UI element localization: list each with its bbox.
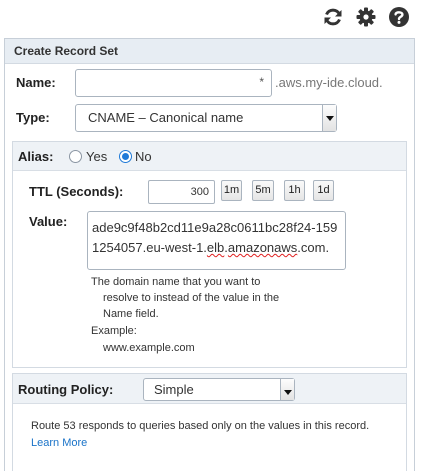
ttl-1d-button[interactable]: 1d bbox=[313, 180, 334, 201]
refresh-icon[interactable] bbox=[322, 6, 344, 28]
alias-no-label: No bbox=[135, 149, 152, 164]
type-label: Type: bbox=[16, 110, 50, 125]
routing-policy-label: Routing Policy: bbox=[18, 382, 114, 397]
help-icon[interactable] bbox=[388, 6, 410, 28]
routing-policy-section: Routing Policy: Simple Route 53 responds… bbox=[12, 373, 407, 471]
value-help-line2: resolve to instead of the value in the bbox=[103, 292, 280, 304]
routing-policy-header: Routing Policy: Simple bbox=[13, 374, 406, 404]
gear-icon[interactable] bbox=[355, 6, 377, 28]
alias-yes-radio[interactable] bbox=[69, 150, 82, 163]
value-help-line3: Name field. bbox=[103, 308, 159, 320]
top-toolbar bbox=[0, 0, 423, 34]
example-label: Example: bbox=[91, 325, 137, 337]
type-select[interactable]: CNAME – Canonical name bbox=[75, 104, 337, 132]
example-value: www.example.com bbox=[103, 342, 195, 354]
alias-no-radio[interactable] bbox=[119, 150, 132, 163]
required-marker: * bbox=[259, 75, 264, 89]
learn-more-link[interactable]: Learn More bbox=[31, 437, 87, 449]
ttl-1m-button[interactable]: 1m bbox=[221, 180, 242, 201]
ttl-input[interactable]: 300 bbox=[148, 180, 215, 204]
name-input[interactable]: * bbox=[75, 69, 272, 97]
alias-section: Alias: Yes No TTL (Seconds): 300 1m 5m 1… bbox=[12, 141, 407, 368]
value-label: Value: bbox=[29, 214, 68, 229]
chevron-down-icon bbox=[322, 105, 336, 131]
chevron-down-icon bbox=[280, 379, 294, 400]
panel-title: Create Record Set bbox=[5, 39, 414, 64]
ttl-5m-button[interactable]: 5m bbox=[252, 180, 274, 201]
ttl-1h-button[interactable]: 1h bbox=[284, 180, 305, 201]
value-help-line1: The domain name that you want to bbox=[91, 276, 261, 288]
ttl-label: TTL (Seconds): bbox=[29, 184, 124, 199]
routing-policy-value: Simple bbox=[154, 382, 194, 397]
routing-policy-select[interactable]: Simple bbox=[143, 378, 295, 401]
type-select-value: CNAME – Canonical name bbox=[88, 110, 244, 125]
alias-header: Alias: Yes No bbox=[13, 142, 406, 171]
name-label: Name: bbox=[16, 75, 56, 90]
domain-suffix: .aws.my-ide.cloud. bbox=[275, 75, 383, 90]
routing-description: Route 53 responds to queries based only … bbox=[31, 420, 370, 432]
alias-label: Alias: bbox=[18, 149, 54, 164]
value-textarea[interactable]: ade9c9f48b2cd11e9a28c0611bc28f24-1591254… bbox=[87, 211, 346, 270]
create-record-set-panel: Create Record Set Name: * .aws.my-ide.cl… bbox=[4, 38, 415, 471]
alias-yes-label: Yes bbox=[86, 149, 108, 164]
